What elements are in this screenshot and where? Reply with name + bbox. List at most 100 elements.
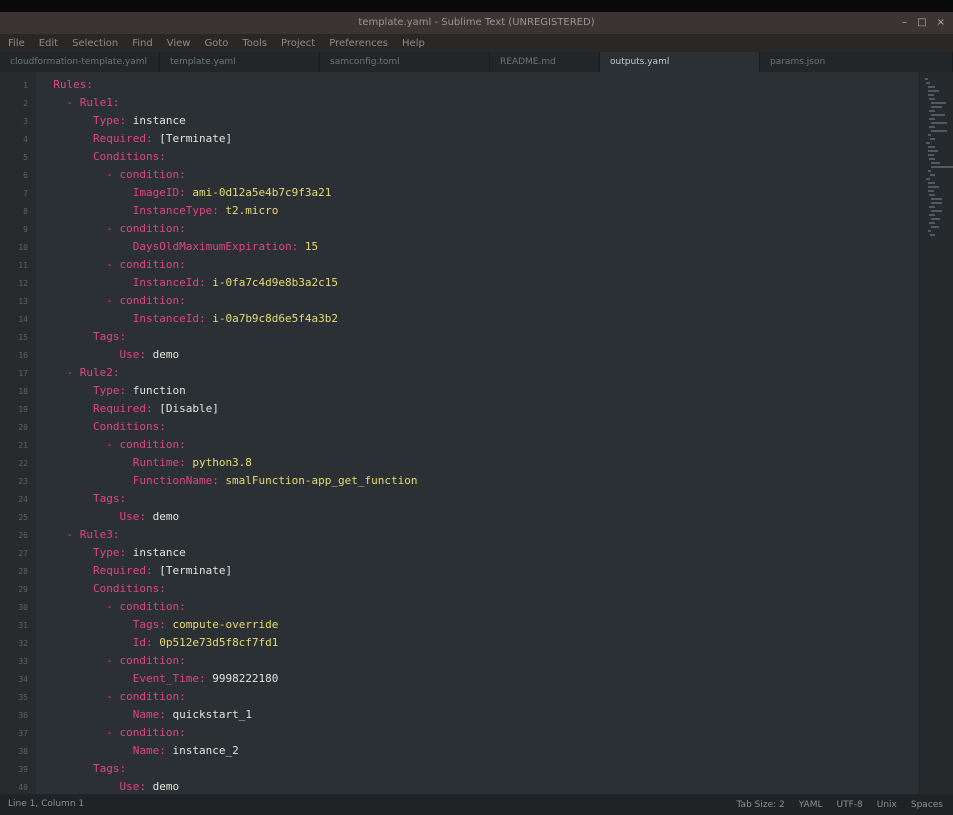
minimap-line [931, 202, 942, 204]
menu-item[interactable]: Edit [39, 38, 58, 49]
yaml-value: instance_2 [165, 744, 239, 757]
line-number: 31 [18, 621, 28, 630]
line-number: 7 [23, 189, 28, 198]
code-line: InstanceId: i-0a7b9c8d6e5f4a3b2 [40, 310, 338, 328]
minimap-line [928, 190, 934, 192]
editor-area[interactable]: 1 2 3 4 5 6 7 8 9 10 11 12 13 14 15 16 17 18 19 20 21 22 23 24 2… [0, 72, 953, 794]
yaml-key: InstanceType: [132, 204, 219, 217]
minimap[interactable] [919, 72, 953, 794]
code-line: InstanceType: t2.micro [40, 202, 279, 220]
yaml-key: Tags: [92, 762, 127, 775]
minimap-line [930, 138, 935, 140]
tab[interactable]: README.md [490, 52, 600, 72]
minimap-line [931, 114, 945, 116]
menu-item[interactable]: Preferences [329, 38, 388, 49]
yaml-value: compute-override [165, 618, 279, 631]
line-number: 32 [18, 639, 28, 648]
status-item[interactable]: UTF-8 [837, 800, 863, 810]
line-number: 30 [18, 603, 28, 612]
minimap-line [928, 150, 938, 152]
yaml-key: Use: [119, 510, 146, 523]
yaml-key: InstanceId: [132, 276, 206, 289]
code-view[interactable]: Rules: - Rule1: Type: instance Required:… [40, 72, 920, 794]
yaml-key: Tags: [92, 330, 127, 343]
code-line: Tags: compute-override [40, 616, 279, 634]
line-number: 27 [18, 549, 28, 558]
menu-item[interactable]: File [8, 38, 25, 49]
minimap-line [930, 174, 935, 176]
line-number: 4 [23, 135, 28, 144]
minimap-line [931, 122, 947, 124]
menu-item[interactable]: Tools [242, 38, 267, 49]
line-number: 12 [18, 279, 28, 288]
code-line: Rules: [40, 76, 93, 94]
close-button[interactable]: × [937, 12, 945, 34]
tab[interactable]: cloudformation-template.yaml [0, 52, 160, 72]
tab[interactable]: outputs.yaml [600, 52, 760, 72]
line-number: 2 [23, 99, 28, 108]
status-item[interactable]: YAML [799, 800, 823, 810]
line-number: 29 [18, 585, 28, 594]
status-item[interactable]: Spaces [911, 800, 943, 810]
line-number: 13 [18, 297, 28, 306]
line-number: 22 [18, 459, 28, 468]
cursor-position[interactable]: Line 1, Column 1 [8, 794, 84, 815]
menu-item[interactable]: Project [281, 38, 315, 49]
yaml-key: ImageID: [132, 186, 186, 199]
minimap-line [928, 182, 935, 184]
minimap-line [926, 82, 930, 84]
line-number: 37 [18, 729, 28, 738]
yaml-key: Name: [132, 708, 166, 721]
line-number: 33 [18, 657, 28, 666]
line-number: 39 [18, 765, 28, 774]
yaml-value: i-0fa7c4d9e8b3a2c15 [205, 276, 339, 289]
yaml-key: Required: [92, 564, 153, 577]
minimap-line [928, 146, 935, 148]
tab[interactable]: template.yaml [160, 52, 320, 72]
line-number: 38 [18, 747, 28, 756]
maximize-button[interactable]: □ [917, 12, 926, 34]
line-number: 3 [23, 117, 28, 126]
line-number: 8 [23, 207, 28, 216]
menu-item[interactable]: View [167, 38, 191, 49]
line-number: 25 [18, 513, 28, 522]
yaml-value: t2.micro [218, 204, 279, 217]
tab[interactable]: params.json [760, 52, 953, 72]
menu-item[interactable]: Selection [72, 38, 118, 49]
code-line: - condition: [40, 166, 185, 184]
status-item[interactable]: Tab Size: 2 [737, 800, 785, 810]
line-number: 23 [18, 477, 28, 486]
tab[interactable]: samconfig.toml [320, 52, 490, 72]
minimap-line [931, 130, 947, 132]
yaml-key: Event_Time: [132, 672, 206, 685]
status-item[interactable]: Unix [877, 800, 897, 810]
menu-item[interactable]: Help [402, 38, 425, 49]
minimap-line [929, 206, 935, 208]
yaml-key: Conditions: [92, 420, 166, 433]
code-line: Name: quickstart_1 [40, 706, 252, 724]
yaml-key: - Rule1: [66, 96, 120, 109]
minimize-button[interactable]: – [902, 12, 907, 34]
code-line: Required: [Terminate] [40, 562, 232, 580]
menu-item[interactable]: Find [132, 38, 153, 49]
yaml-value: 0p512e73d5f8cf7fd1 [152, 636, 279, 649]
code-line: Type: instance [40, 544, 186, 562]
menu-item[interactable]: Goto [204, 38, 228, 49]
yaml-value: smalFunction-app_get_function [218, 474, 418, 487]
code-line: Conditions: [40, 148, 166, 166]
code-line: - Rule2: [40, 364, 120, 382]
minimap-line [929, 98, 935, 100]
